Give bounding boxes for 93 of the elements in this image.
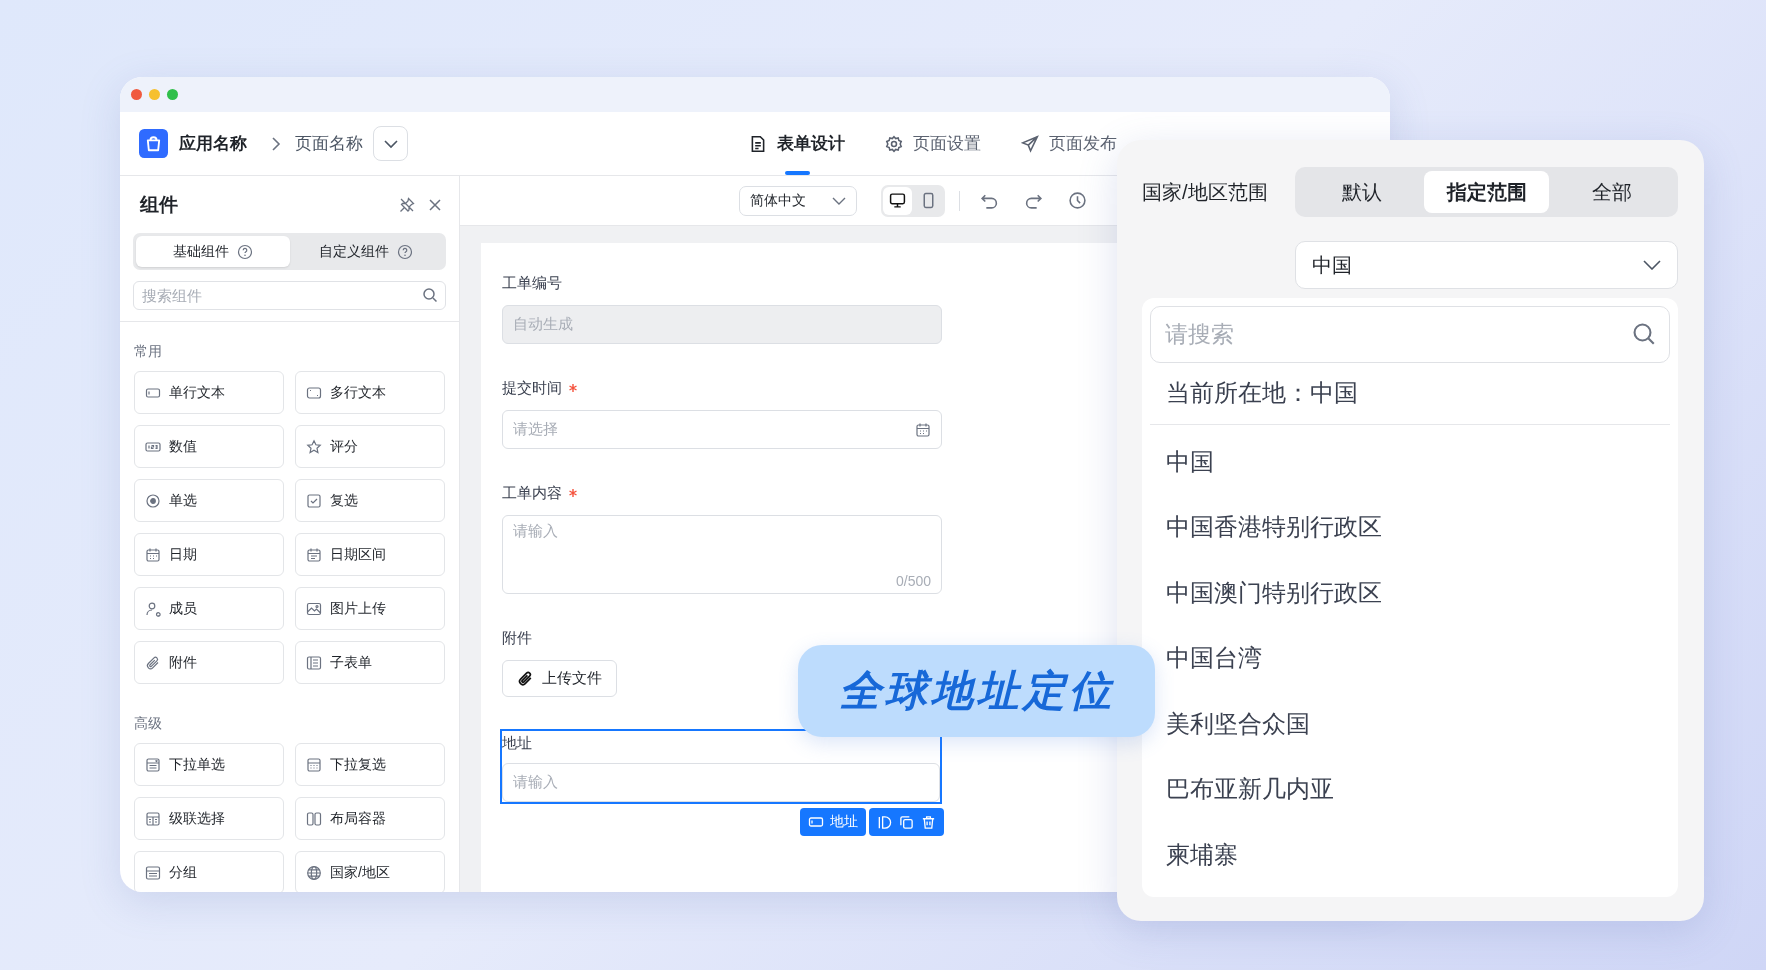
cascader-field-icon — [145, 810, 161, 827]
layout-field-icon — [306, 810, 322, 827]
component-search-field[interactable]: 搜索组件 — [133, 281, 446, 310]
date-field-icon — [145, 546, 161, 563]
component-item[interactable]: 数值 — [134, 425, 284, 468]
feature-callout-tooltip: 全球地址定位 — [798, 645, 1155, 737]
copy-icon[interactable] — [899, 814, 914, 830]
country-option[interactable]: 柬埔寨 — [1150, 822, 1670, 888]
search-icon[interactable] — [1632, 322, 1656, 346]
range-mode-option[interactable]: 默认 — [1299, 171, 1424, 213]
character-counter: 0/500 — [895, 573, 931, 589]
app-name[interactable]: 应用名称 — [179, 132, 247, 155]
field-label: 提交时间 — [502, 378, 562, 398]
component-type-tab[interactable]: 自定义组件 — [289, 236, 443, 267]
calendar-icon[interactable] — [915, 421, 931, 438]
component-type-tab[interactable]: 基础组件 — [136, 236, 290, 267]
component-item[interactable]: 日期区间 — [295, 533, 445, 576]
trash-icon[interactable] — [921, 814, 936, 830]
group-heading: 高级 — [134, 715, 163, 733]
current-location-option[interactable]: 当前所在地：中国 — [1150, 363, 1670, 425]
search-icon[interactable] — [422, 287, 438, 303]
range-mode-option[interactable]: 全部 — [1549, 171, 1674, 213]
textarea-field-icon — [306, 384, 322, 401]
paper-plane-icon — [1021, 134, 1039, 153]
component-item[interactable]: 单选 — [134, 479, 284, 522]
component-item[interactable]: 国家/地区 — [295, 851, 445, 892]
country-option[interactable]: 巴布亚新几内亚 — [1150, 756, 1670, 822]
multiselect-field-icon — [306, 756, 322, 773]
language-select[interactable]: 简体中文 — [739, 185, 857, 216]
group-heading: 常用 — [134, 343, 163, 361]
component-item[interactable]: 成员 — [134, 587, 284, 630]
region-field-icon — [306, 864, 322, 881]
component-item[interactable]: 图片上传 — [295, 587, 445, 630]
radio-field-icon — [145, 492, 161, 509]
chevron-right-icon — [271, 135, 281, 152]
component-item[interactable]: 复选 — [295, 479, 445, 522]
component-item[interactable]: 附件 — [134, 641, 284, 684]
field-label: 工单编号 — [502, 273, 562, 293]
unpin-icon[interactable] — [399, 197, 415, 213]
gear-icon — [885, 134, 903, 153]
text-field-icon — [808, 814, 824, 830]
page-dropdown-button[interactable] — [373, 126, 408, 161]
component-item[interactable]: 子表单 — [295, 641, 445, 684]
component-item[interactable]: 下拉单选 — [134, 743, 284, 786]
component-item[interactable]: 多行文本 — [295, 371, 445, 414]
country-search-field[interactable]: 请搜索 — [1150, 306, 1670, 363]
help-icon[interactable] — [236, 243, 253, 260]
desktop-view-button[interactable] — [883, 186, 912, 215]
country-option[interactable]: 中国 — [1150, 429, 1670, 495]
field-label: 工单内容 — [502, 483, 562, 503]
panel-title: 组件 — [140, 193, 179, 217]
chevron-down-icon — [382, 138, 399, 149]
top-tab[interactable]: 页面发布 — [1021, 112, 1117, 175]
paperclip-icon — [517, 670, 534, 687]
country-select[interactable]: 中国 — [1295, 241, 1678, 289]
help-icon[interactable] — [397, 243, 414, 260]
rating-field-icon — [306, 438, 322, 455]
component-item[interactable]: 单行文本 — [134, 371, 284, 414]
readonly-input-field: 自动生成 — [502, 305, 942, 344]
component-item[interactable]: 分组 — [134, 851, 284, 892]
image-field-icon — [306, 600, 322, 617]
chevron-down-icon — [832, 196, 846, 205]
top-tab[interactable]: 页面设置 — [885, 112, 981, 175]
range-mode-option[interactable]: 指定范围 — [1424, 171, 1549, 213]
upload-file-button[interactable]: 上传文件 — [502, 660, 617, 697]
subform-field-icon — [306, 654, 322, 671]
daterange-field-icon — [306, 546, 322, 563]
country-option[interactable]: 中国澳门特别行政区 — [1150, 560, 1670, 626]
page-name[interactable]: 页面名称 — [295, 132, 363, 155]
field-id-icon[interactable] — [877, 814, 892, 830]
region-range-label: 国家/地区范围 — [1142, 179, 1268, 205]
group-field-icon — [145, 864, 161, 881]
attachment-field-icon — [145, 654, 161, 671]
select-field-icon — [145, 756, 161, 773]
component-item[interactable]: 下拉复选 — [295, 743, 445, 786]
country-option[interactable]: 中国香港特别行政区 — [1150, 494, 1670, 560]
member-field-icon — [145, 600, 161, 617]
field-label: 附件 — [502, 628, 532, 648]
component-item[interactable]: 日期 — [134, 533, 284, 576]
component-item[interactable]: 评分 — [295, 425, 445, 468]
shopping-bag-logo-icon — [139, 129, 168, 158]
document-icon — [749, 134, 767, 153]
close-icon[interactable] — [427, 197, 443, 213]
component-item[interactable]: 级联选择 — [134, 797, 284, 840]
chevron-down-icon — [1643, 260, 1661, 270]
history-clock-icon[interactable] — [1068, 191, 1087, 210]
close-window-icon[interactable] — [131, 89, 142, 100]
field-label: 地址 — [502, 733, 532, 753]
component-item[interactable]: 布局容器 — [295, 797, 445, 840]
top-tab[interactable]: 表单设计 — [749, 112, 845, 175]
field-type-tag[interactable]: 地址 — [800, 808, 866, 836]
checkbox-field-icon — [306, 492, 322, 509]
monitor-icon — [889, 192, 906, 209]
